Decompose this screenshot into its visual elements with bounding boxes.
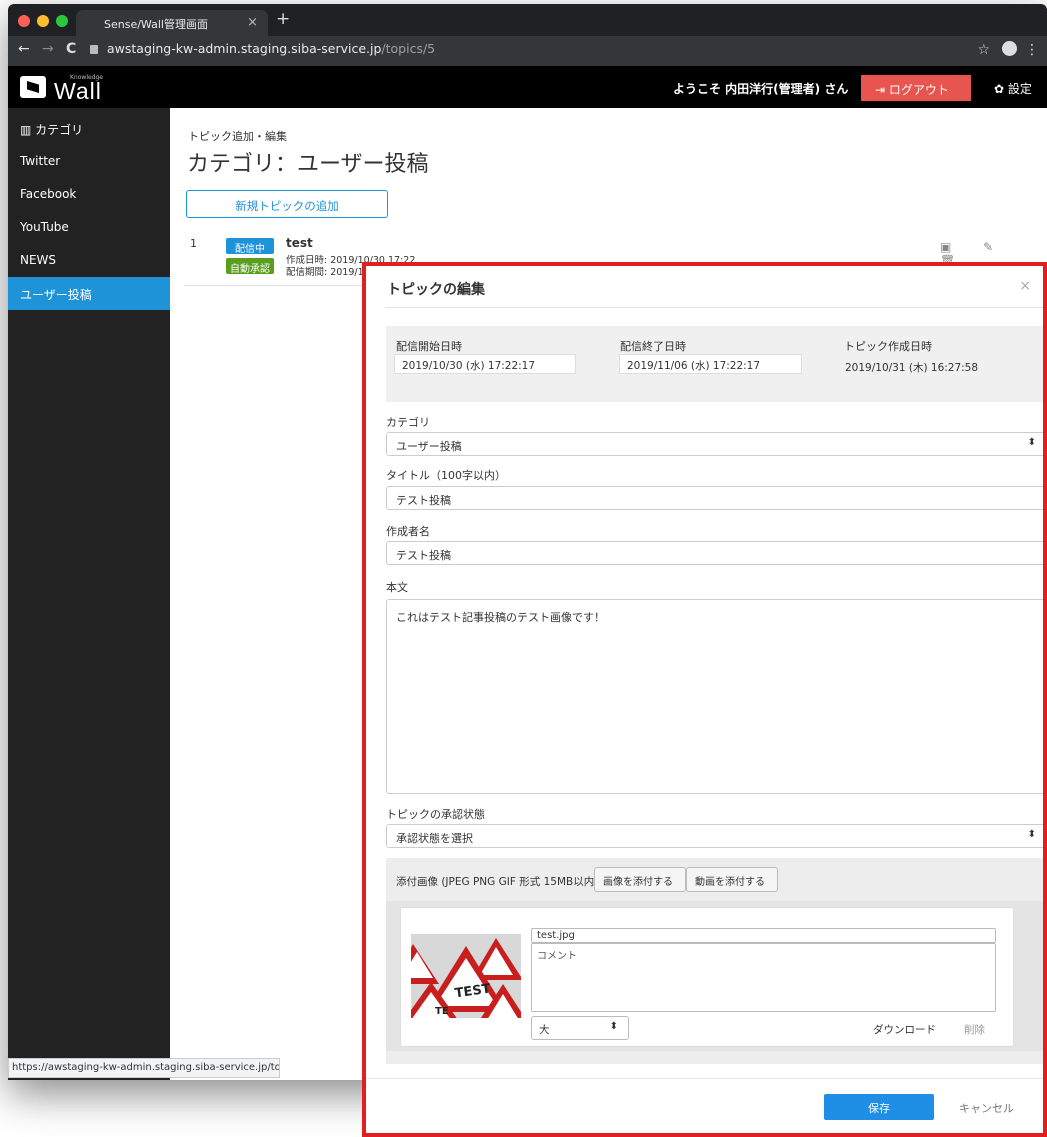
back-icon[interactable]: ←	[18, 41, 30, 57]
address-bar[interactable]: awstaging-kw-admin.staging.siba-service.…	[90, 41, 435, 56]
author-input[interactable]: テスト投稿	[386, 541, 1043, 565]
test-sign-image-icon: TEST TE	[411, 934, 521, 1018]
topic-period: 配信期間: 2019/10	[286, 267, 370, 278]
sidebar-item-category[interactable]: ▥ カテゴリ	[8, 112, 170, 145]
approval-select[interactable]: 承認状態を選択 ⬍	[386, 824, 1043, 848]
size-select[interactable]: 大 ⬍	[531, 1016, 629, 1040]
modal-header-divider	[386, 307, 1043, 308]
category-value: ユーザー投稿	[396, 440, 462, 453]
add-topic-button[interactable]: 新規トピックの追加	[186, 190, 388, 218]
url-host: awstaging-kw-admin.staging.siba-service.…	[107, 41, 382, 56]
bookmark-star-icon[interactable]: ☆	[977, 42, 990, 58]
toolbar-right: ☆ ⋮	[977, 41, 1039, 58]
gear-icon: ✿	[994, 82, 1005, 96]
select-arrow-icon: ⬍	[1027, 829, 1036, 840]
row-divider	[184, 285, 374, 286]
page-title: カテゴリ：ユーザー投稿	[187, 152, 429, 177]
tab-title: Sense/Wall管理画面	[104, 18, 208, 31]
new-tab-button[interactable]: +	[276, 9, 290, 29]
title-label: タイトル（100字以内）	[386, 469, 506, 482]
attachment-panel: 添付画像 (JPEG PNG GIF 形式 15MB以内) 画像を添付する 動画…	[386, 858, 1043, 1064]
category-select[interactable]: ユーザー投稿 ⬍	[386, 432, 1043, 456]
size-value: 大	[539, 1024, 550, 1036]
attachment-card-area: TEST TE test.jpg コメント 大 ⬍ ダウンロード 削除	[386, 901, 1043, 1051]
books-icon: ▥	[20, 123, 32, 137]
app-header: Knowledge Wall ようこそ 内田洋行(管理者) さん ⇥ ログアウト…	[8, 66, 1047, 108]
settings-link[interactable]: ✿ 設定	[994, 80, 1032, 97]
start-date-input[interactable]: 2019/10/30 (水) 17:22:17	[394, 354, 576, 374]
breadcrumb: トピック追加・編集	[188, 130, 287, 143]
sidebar-item-twitter[interactable]: Twitter	[8, 145, 170, 178]
created-date-label: トピック作成日時	[844, 340, 932, 353]
logout-label: ログアウト	[888, 83, 949, 97]
settings-label: 設定	[1007, 82, 1032, 96]
end-date-input[interactable]: 2019/11/06 (水) 17:22:17	[619, 354, 802, 374]
comment-textarea[interactable]: コメント	[531, 943, 996, 1012]
minimize-window-button[interactable]	[37, 15, 49, 27]
end-date-label: 配信終了日時	[620, 340, 686, 353]
welcome-text: ようこそ 内田洋行(管理者) さん	[673, 82, 849, 96]
dates-panel: 配信開始日時 2019/10/30 (水) 17:22:17 配信終了日時 20…	[386, 326, 1043, 402]
attachment-thumbnail[interactable]: TEST TE	[411, 934, 521, 1018]
body-textarea[interactable]: これはテスト記事投稿のテスト画像です！	[386, 599, 1043, 794]
select-arrow-icon: ⬍	[609, 1021, 618, 1032]
sidebar-item-facebook[interactable]: Facebook	[8, 178, 170, 211]
logo-text: Wall	[54, 78, 102, 104]
sidebar: ▥ カテゴリ Twitter Facebook YouTube NEWS ユーザ…	[8, 108, 170, 1080]
modal-footer-divider	[366, 1078, 1043, 1079]
delete-link[interactable]: 削除	[964, 1022, 985, 1037]
approval-value: 承認状態を選択	[396, 832, 473, 845]
sidebar-item-news[interactable]: NEWS	[8, 244, 170, 277]
row-number: 1	[190, 237, 197, 250]
sidebar-item-youtube[interactable]: YouTube	[8, 211, 170, 244]
browser-tab[interactable]: Sense/Wall管理画面 ×	[76, 10, 268, 36]
edit-topic-modal: トピックの編集 × 配信開始日時 2019/10/30 (水) 17:22:17…	[362, 262, 1047, 1137]
lock-icon	[90, 45, 98, 54]
category-label: カテゴリ	[386, 416, 430, 429]
attachment-card: TEST TE test.jpg コメント 大 ⬍ ダウンロード 削除	[400, 907, 1014, 1047]
sidebar-item-user-posts[interactable]: ユーザー投稿	[8, 277, 170, 310]
attach-video-button[interactable]: 動画を添付する	[686, 867, 778, 892]
download-link[interactable]: ダウンロード	[873, 1022, 936, 1037]
svg-text:TE: TE	[435, 1006, 449, 1017]
maximize-window-button[interactable]	[56, 15, 68, 27]
cancel-button[interactable]: キャンセル	[959, 1100, 1014, 1116]
browser-toolbar: ← → C awstaging-kw-admin.staging.siba-se…	[8, 36, 1047, 66]
url-path: /topics/5	[381, 41, 436, 56]
profile-avatar[interactable]	[1002, 41, 1017, 56]
logo-mark-icon	[20, 76, 46, 98]
title-input[interactable]: テスト投稿	[386, 486, 1043, 510]
logout-icon: ⇥	[875, 83, 886, 97]
status-badge: 配信中	[226, 238, 274, 255]
approval-label: トピックの承認状態	[386, 808, 485, 821]
modal-title: トピックの編集	[387, 282, 485, 298]
author-label: 作成者名	[386, 525, 430, 538]
reload-icon[interactable]: C	[66, 41, 76, 57]
created-date-value: 2019/10/31 (木) 16:27:58	[845, 362, 979, 374]
tab-bar: Sense/Wall管理画面 × +	[8, 4, 1047, 36]
browser-menu-icon[interactable]: ⋮	[1025, 42, 1039, 58]
close-window-button[interactable]	[18, 15, 30, 27]
tab-close-icon[interactable]: ×	[247, 15, 258, 30]
filename-input[interactable]: test.jpg	[531, 928, 996, 943]
save-button[interactable]: 保存	[824, 1094, 934, 1120]
forward-icon[interactable]: →	[42, 41, 54, 57]
status-bar-url: https://awstaging-kw-admin.staging.siba-…	[8, 1058, 280, 1078]
attach-image-button[interactable]: 画像を添付する	[594, 867, 686, 892]
topic-title[interactable]: test	[286, 236, 313, 250]
close-icon[interactable]: ×	[1019, 278, 1031, 294]
body-label: 本文	[386, 581, 408, 594]
approval-badge: 自動承認	[226, 258, 274, 275]
attachment-label: 添付画像 (JPEG PNG GIF 形式 15MB以内)	[396, 876, 599, 888]
select-arrow-icon: ⬍	[1027, 437, 1036, 448]
start-date-label: 配信開始日時	[396, 340, 462, 353]
logout-button[interactable]: ⇥ ログアウト	[861, 75, 971, 101]
sidebar-item-label: カテゴリ	[35, 123, 84, 137]
